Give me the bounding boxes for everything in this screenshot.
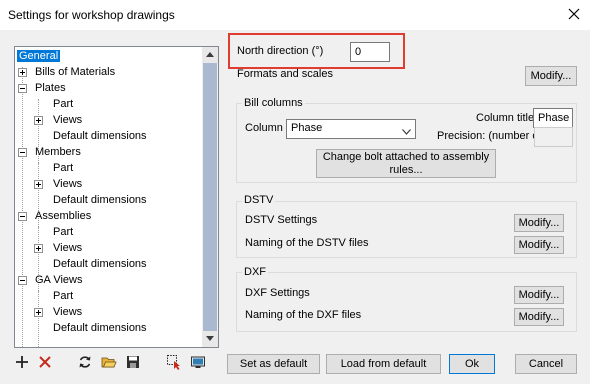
dstv-naming-label: Naming of the DSTV files <box>245 237 369 249</box>
north-direction-input[interactable]: 0 <box>350 42 390 62</box>
tree-item-bills-of-materials[interactable]: Bills of Materials <box>15 64 215 80</box>
set-as-default-button[interactable]: Set as default <box>227 354 320 374</box>
scroll-thumb[interactable] <box>203 63 217 331</box>
select-tool-icon[interactable] <box>166 354 182 370</box>
precision-input <box>534 127 573 147</box>
ok-button[interactable]: Ok <box>449 354 495 374</box>
collapse-icon[interactable] <box>18 212 27 221</box>
tree-item-assemblies-default-dimensions[interactable]: Default dimensions <box>15 256 215 272</box>
scroll-up-icon[interactable] <box>202 47 218 63</box>
close-icon[interactable] <box>566 6 582 22</box>
window-title: Settings for workshop drawings <box>8 8 175 22</box>
dstv-settings-modify-button[interactable]: Modify... <box>514 214 564 232</box>
open-folder-icon[interactable] <box>101 354 117 370</box>
expand-icon[interactable] <box>34 244 43 253</box>
tree-item-members[interactable]: Members <box>15 144 215 160</box>
tree-item-plates[interactable]: Plates <box>15 80 215 96</box>
expand-icon[interactable] <box>18 68 27 77</box>
collapse-icon[interactable] <box>18 148 27 157</box>
tree-item-ga-views-default-dimensions[interactable]: Default dimensions <box>15 320 215 336</box>
bill-columns-title: Bill columns <box>242 97 305 109</box>
dxf-title: DXF <box>242 266 268 278</box>
tree-item-ga-views-views[interactable]: Views <box>15 304 215 320</box>
settings-tree[interactable]: General Bills of Materials Plates Part V… <box>14 46 219 348</box>
tree-item-members-part[interactable]: Part <box>15 160 215 176</box>
column-select[interactable]: Phase <box>286 119 416 139</box>
dstv-settings-label: DSTV Settings <box>245 214 318 226</box>
tree-item-general[interactable]: General <box>17 48 61 64</box>
tree-item-plates-default-dimensions[interactable]: Default dimensions <box>15 128 215 144</box>
save-icon[interactable] <box>125 354 141 370</box>
dxf-settings-label: DXF Settings <box>245 287 310 299</box>
refresh-icon[interactable] <box>77 354 93 370</box>
dxf-naming-modify-button[interactable]: Modify... <box>514 308 564 326</box>
column-title-label: Column title: <box>476 112 538 124</box>
dxf-naming-label: Naming of the DXF files <box>245 309 362 321</box>
expand-icon[interactable] <box>34 116 43 125</box>
tree-item-ga-views[interactable]: GA Views <box>15 272 215 288</box>
formats-scales-label: Formats and scales <box>237 68 333 80</box>
tree-item-members-views[interactable]: Views <box>15 176 215 192</box>
tree-item-assemblies-views[interactable]: Views <box>15 240 215 256</box>
dstv-title: DSTV <box>242 194 276 206</box>
chevron-down-icon <box>402 126 411 138</box>
tree-item-plates-views[interactable]: Views <box>15 112 215 128</box>
tree-item-assemblies-part[interactable]: Part <box>15 224 215 240</box>
collapse-icon[interactable] <box>18 84 27 93</box>
column-select-value: Phase <box>291 122 323 134</box>
scroll-down-icon[interactable] <box>202 331 218 347</box>
add-icon[interactable] <box>14 354 30 370</box>
column-label: Column : <box>245 122 290 134</box>
tree-scrollbar[interactable] <box>202 47 218 347</box>
collapse-icon[interactable] <box>18 276 27 285</box>
tree-item-ga-views-part[interactable]: Part <box>15 288 215 304</box>
expand-icon[interactable] <box>34 180 43 189</box>
title-bar: Settings for workshop drawings <box>0 0 590 30</box>
tree-item-plates-part[interactable]: Part <box>15 96 215 112</box>
tree-item-assemblies[interactable]: Assemblies <box>15 208 215 224</box>
column-title-input[interactable]: Phase <box>533 108 573 128</box>
delete-icon[interactable] <box>37 354 53 370</box>
expand-icon[interactable] <box>34 308 43 317</box>
tree-item-members-default-dimensions[interactable]: Default dimensions <box>15 192 215 208</box>
change-bolt-button[interactable]: Change bolt attached to assembly rules..… <box>316 149 496 178</box>
display-icon[interactable] <box>190 354 206 370</box>
dxf-settings-modify-button[interactable]: Modify... <box>514 286 564 304</box>
formats-modify-button[interactable]: Modify... <box>525 66 577 86</box>
load-from-default-button[interactable]: Load from default <box>326 354 441 374</box>
precision-label: Precision: (number of <box>437 130 542 142</box>
dstv-naming-modify-button[interactable]: Modify... <box>514 236 564 254</box>
cancel-button[interactable]: Cancel <box>515 354 577 374</box>
north-direction-label: North direction (°) <box>237 45 324 57</box>
